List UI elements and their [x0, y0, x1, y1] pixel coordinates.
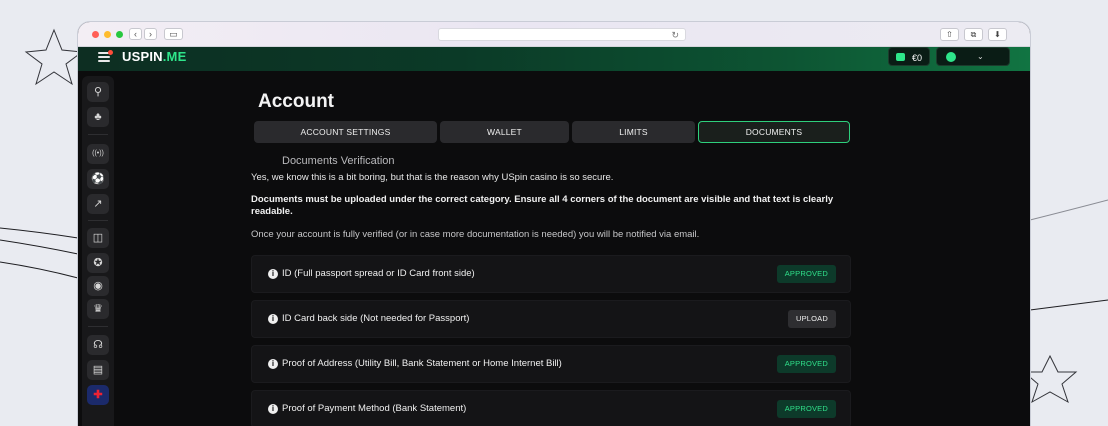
sidebar-divider	[88, 326, 108, 327]
instructions-text: Documents must be uploaded under the cor…	[251, 194, 834, 217]
avatar-icon	[946, 52, 956, 62]
document-row-proof-of-address: i Proof of Address (Utility Bill, Bank S…	[251, 345, 851, 383]
casino-club-icon[interactable]: ♣	[87, 107, 109, 127]
maximize-window-icon[interactable]	[116, 31, 123, 38]
tab-wallet[interactable]: WALLET	[440, 121, 569, 143]
document-label: Proof of Payment Method (Bank Statement)	[282, 403, 467, 414]
site-logo[interactable]: USPIN.ME	[122, 49, 186, 64]
wallet-icon	[896, 53, 905, 61]
tab-documents[interactable]: DOCUMENTS	[698, 121, 850, 143]
section-heading: Documents Verification	[282, 155, 395, 167]
document-label: ID Card back side (Not needed for Passpo…	[282, 313, 470, 324]
user-menu-button[interactable]: ⌄	[936, 47, 1010, 66]
sports-ball-icon[interactable]: ⚽	[87, 169, 109, 189]
close-window-icon[interactable]	[92, 31, 99, 38]
badge-icon[interactable]: ✪	[87, 253, 109, 273]
uk-flag-icon[interactable]: ✚	[87, 385, 109, 405]
intro-text: Yes, we know this is a bit boring, but t…	[251, 172, 614, 183]
tab-limits[interactable]: LIMITS	[572, 121, 695, 143]
forward-button[interactable]: ›	[144, 28, 157, 40]
document-label: Proof of Address (Utility Bill, Bank Sta…	[282, 358, 562, 369]
chevron-down-icon: ⌄	[977, 52, 984, 61]
info-icon[interactable]: i	[268, 269, 278, 279]
tab-account-settings[interactable]: ACCOUNT SETTINGS	[254, 121, 437, 143]
back-button[interactable]: ‹	[129, 28, 142, 40]
info-icon[interactable]: i	[268, 314, 278, 324]
sidebar-divider	[88, 134, 108, 135]
document-row-id-back: i ID Card back side (Not needed for Pass…	[251, 300, 851, 338]
approved-badge: APPROVED	[776, 265, 836, 283]
page-title: Account	[258, 91, 334, 112]
notification-dot	[108, 50, 113, 55]
sidebar-divider	[88, 220, 108, 221]
balance-amount: €0	[912, 53, 923, 63]
approved-badge: APPROVED	[776, 355, 836, 373]
downloads-button[interactable]: ⬇	[988, 28, 1007, 41]
logo-text: USPIN	[122, 49, 163, 64]
approved-badge: APPROVED	[776, 400, 836, 418]
menu-icon[interactable]	[98, 50, 113, 62]
upload-button[interactable]: UPLOAD	[787, 310, 836, 328]
star-right-icon	[1022, 354, 1078, 404]
browser-chrome: ‹ › ▭ ↻ ⇧ ⧉ ⬇	[78, 22, 1030, 47]
search-icon[interactable]: ⚲	[87, 82, 109, 102]
tabs-overview-button[interactable]: ⧉	[964, 28, 983, 41]
chart-icon[interactable]: ↗	[87, 194, 109, 214]
logo-suffix: .ME	[162, 49, 187, 64]
site-header: USPIN.ME €0 ⌄	[78, 47, 1030, 71]
document-row-proof-of-payment: i Proof of Payment Method (Bank Statemen…	[251, 390, 851, 426]
share-button[interactable]: ⇧	[940, 28, 959, 41]
sidebar: ⚲ ♣ ((•)) ⚽ ↗ ◫ ✪ ◉ ♛ ☊ ▤ ✚	[82, 76, 114, 426]
live-broadcast-icon[interactable]: ((•))	[87, 144, 109, 164]
info-icon[interactable]: i	[268, 359, 278, 369]
headset-icon[interactable]: ☊	[87, 335, 109, 355]
gift-icon[interactable]: ◫	[87, 228, 109, 248]
reload-icon[interactable]: ↻	[671, 29, 679, 41]
document-row-id-front: i ID (Full passport spread or ID Card fr…	[251, 255, 851, 293]
sidebar-toggle-button[interactable]: ▭	[164, 28, 183, 40]
browser-window: ‹ › ▭ ↻ ⇧ ⧉ ⬇ USPIN.ME €0 ⌄ ⚲ ♣ ((•)) ⚽	[78, 22, 1030, 426]
balance-button[interactable]: €0	[888, 47, 930, 66]
notice-text: Once your account is fully verified (or …	[251, 229, 700, 240]
info-icon[interactable]: i	[268, 404, 278, 414]
crown-icon[interactable]: ♛	[87, 299, 109, 319]
cashier-icon[interactable]: ▤	[87, 360, 109, 380]
money-bag-icon[interactable]: ◉	[87, 276, 109, 296]
document-label: ID (Full passport spread or ID Card fron…	[282, 268, 475, 279]
star-left-icon	[24, 28, 84, 86]
minimize-window-icon[interactable]	[104, 31, 111, 38]
address-bar[interactable]: ↻	[438, 28, 686, 41]
